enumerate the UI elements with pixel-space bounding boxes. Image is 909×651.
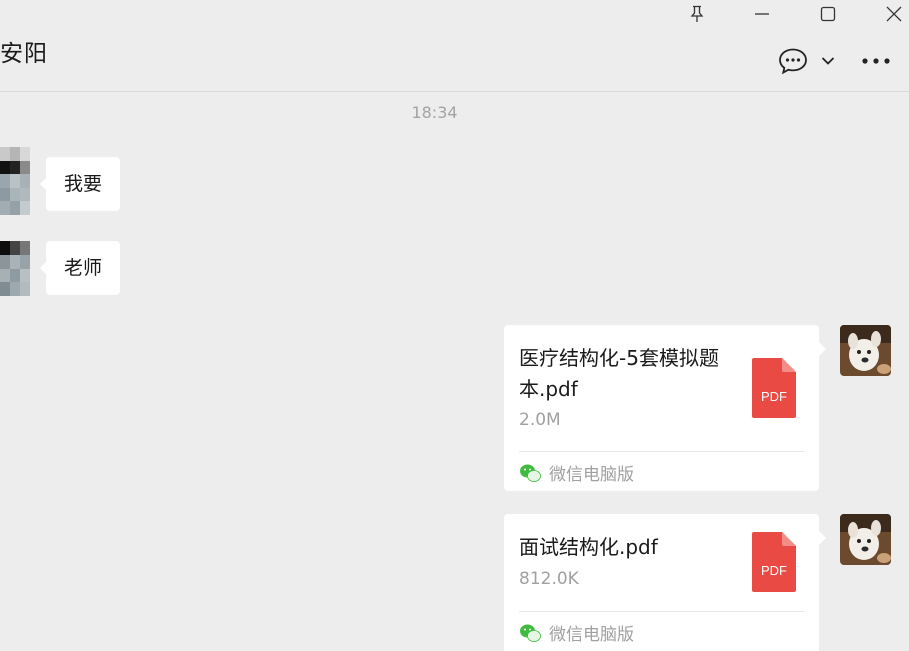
maximize-button[interactable]: [808, 0, 848, 28]
file-source: 微信电脑版: [519, 460, 634, 485]
more-button[interactable]: [858, 51, 894, 71]
dog-avatar-icon: [840, 514, 891, 565]
file-source-label: 微信电脑版: [549, 465, 634, 485]
chat-window: 安阳 18:34 我要 老师 医疗结构化-5套模拟题本.pdf 2.0M PDF…: [0, 0, 909, 651]
message-text: 老师: [64, 257, 103, 279]
dog-avatar-icon: [840, 325, 891, 376]
message-bubble[interactable]: 我要: [39, 157, 121, 211]
pdf-icon-label: PDF: [761, 389, 787, 404]
file-message-card[interactable]: 医疗结构化-5套模拟题本.pdf 2.0M PDF 微信电脑版: [504, 325, 826, 491]
wechat-icon: [520, 624, 541, 642]
chat-options-dropdown[interactable]: [818, 51, 838, 71]
file-name: 面试结构化.pdf: [519, 535, 658, 559]
avatar[interactable]: [0, 147, 30, 215]
file-size: 2.0M: [519, 410, 561, 430]
pdf-icon-label: PDF: [761, 563, 787, 578]
message-bubble[interactable]: 老师: [39, 241, 121, 295]
more-icon: [862, 58, 890, 64]
file-name: 医疗结构化-5套模拟题本.pdf: [519, 346, 719, 401]
chat-title: 安阳: [0, 41, 48, 67]
avatar[interactable]: [840, 514, 891, 565]
minimize-icon: [755, 13, 769, 15]
wechat-icon: [520, 464, 541, 482]
avatar[interactable]: [0, 241, 30, 296]
card-separator: [519, 611, 804, 612]
avatar[interactable]: [840, 325, 891, 376]
file-source-label: 微信电脑版: [549, 625, 634, 645]
chat-bubble-icon: [779, 48, 807, 75]
pin-icon: [690, 5, 704, 22]
chevron-down-icon: [821, 57, 835, 65]
minimize-button[interactable]: [742, 0, 782, 28]
card-separator: [519, 451, 804, 452]
close-button[interactable]: [874, 0, 909, 28]
pdf-file-icon: PDF: [752, 358, 796, 418]
message-timestamp: 18:34: [411, 103, 458, 122]
file-size: 812.0K: [519, 569, 579, 589]
maximize-icon: [820, 6, 836, 22]
pin-button[interactable]: [677, 0, 717, 28]
file-message-card[interactable]: 面试结构化.pdf 812.0K PDF 微信电脑版: [504, 514, 826, 651]
chat-options-button[interactable]: [776, 46, 810, 76]
close-icon: [886, 6, 902, 22]
file-source: 微信电脑版: [519, 620, 634, 645]
header-divider: [0, 91, 909, 92]
message-text: 我要: [64, 173, 103, 195]
pdf-file-icon: PDF: [752, 532, 796, 592]
